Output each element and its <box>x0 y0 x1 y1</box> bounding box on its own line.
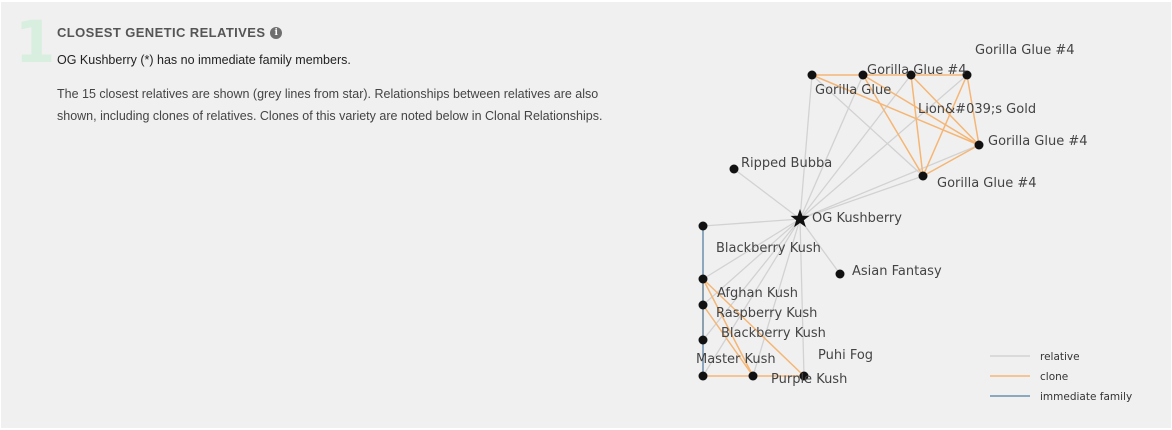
node-label-gg5: Gorilla Glue #4 <box>988 134 1088 149</box>
node-bbk2[interactable] <box>698 335 708 345</box>
edge-relative-center-bbk2 <box>702 218 801 341</box>
node-label-gg4: Gorilla Glue #4 <box>975 43 1075 58</box>
node-label-bbk1: Blackberry Kush <box>716 241 821 256</box>
node-label-purple: Purple Kush <box>771 372 847 387</box>
node-rasp[interactable] <box>698 300 708 310</box>
node-n_mid[interactable] <box>748 371 758 381</box>
legend-label-relative: relative <box>1040 351 1080 363</box>
node-label-bbk2: Blackberry Kush <box>721 326 826 341</box>
edge-relative-center-gg1 <box>799 74 813 220</box>
node-gg6[interactable] <box>918 171 928 181</box>
node-label-gg6: Gorilla Glue #4 <box>937 176 1037 191</box>
node-label-ripped: Ripped Bubba <box>741 156 832 171</box>
graph-labels: OG Kushberry Gorilla Glue Gorilla Glue #4 G… <box>696 43 1088 387</box>
node-label-master: Master Kush <box>696 352 776 367</box>
node-label-center: OG Kushberry <box>812 211 902 226</box>
edge-relative-center-ripped <box>733 168 801 220</box>
node-master[interactable] <box>698 371 708 381</box>
graph-legend: relative clone immediate family <box>990 351 1132 403</box>
node-bbk1[interactable] <box>698 221 708 231</box>
edge-clone-gg5-gg6 <box>922 144 980 177</box>
edge-relative-center-bbk1 <box>702 218 801 227</box>
node-gg1[interactable] <box>807 70 817 80</box>
node-label-afghan: Afghan Kush <box>717 286 798 301</box>
node-label-gg2: Gorilla Glue #4 <box>867 63 967 78</box>
legend-label-clone: clone <box>1040 371 1068 383</box>
node-gg5[interactable] <box>974 140 984 150</box>
node-label-gg1: Gorilla Glue <box>815 83 891 98</box>
node-label-lion: Lion&#039;s Gold <box>918 102 1036 117</box>
node-asian[interactable] <box>835 269 845 279</box>
node-label-rasp: Raspberry Kush <box>716 306 817 321</box>
legend-label-immediate-family: immediate family <box>1040 391 1132 403</box>
node-afghan[interactable] <box>698 274 708 284</box>
edge-clone-gg3-gg6 <box>910 74 924 177</box>
node-label-asian: Asian Fantasy <box>852 264 942 279</box>
node-label-puhi: Puhi Fog <box>818 348 873 363</box>
node-ripped[interactable] <box>729 164 739 174</box>
relatives-network-graph: OG Kushberry Gorilla Glue Gorilla Glue #4 G… <box>696 43 1132 403</box>
